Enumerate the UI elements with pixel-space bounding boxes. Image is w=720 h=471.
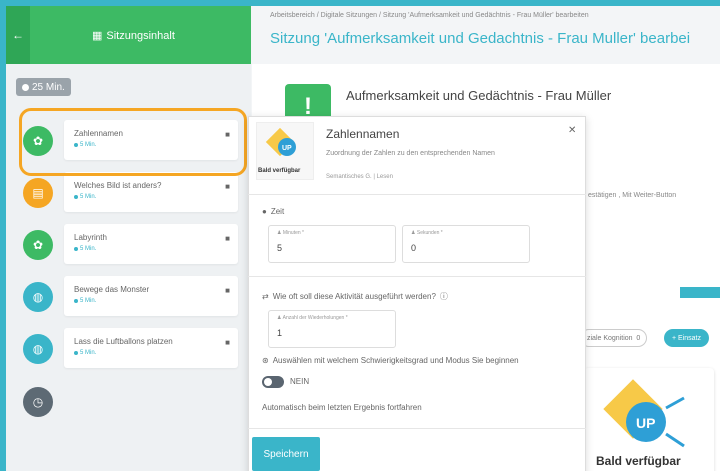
session-heading: Aufmerksamkeit und Gedächtnis - Frau Mül… [346, 88, 612, 103]
logo-label: Bald verfügbar [258, 168, 301, 174]
activity-item[interactable]: ◍ Lass die Luftballons platzen 5 Min. ■ [6, 326, 251, 374]
divider [248, 276, 586, 277]
toggle-label: NEIN [290, 377, 310, 386]
activity-item[interactable]: ▤ Welches Bild ist anders? 5 Min. ■ [6, 170, 251, 218]
activity-duration: 5 Min. [74, 298, 96, 304]
page-title: Sitzung 'Aufmerksamkeit und Gedachtnis -… [270, 30, 691, 47]
popover-title: Zahlennamen [326, 127, 400, 141]
add-button[interactable]: + Einsatz [664, 329, 709, 347]
popover-meta: Semantisches G. | Lesen [326, 174, 393, 180]
trash-icon[interactable]: ■ [225, 182, 230, 191]
filter-chip[interactable]: ziale Kognition 0 [580, 329, 648, 347]
activity-item[interactable]: ◍ Bewege das Monster 5 Min. ■ [6, 274, 251, 322]
calendar-icon: ▤ [23, 178, 53, 208]
clock-icon [22, 83, 29, 91]
trash-icon[interactable]: ■ [225, 234, 230, 243]
divider [248, 194, 586, 195]
activity-duration: 5 Min. [74, 194, 96, 200]
repeat-question: ⇄ Wie oft soll diese Aktivität ausgeführt… [262, 291, 448, 302]
up-logo-icon: UP [603, 379, 685, 448]
activity-card[interactable]: Lass die Luftballons platzen 5 Min. ■ [64, 328, 238, 368]
seconds-field[interactable]: ♟ Sekunden * 0 [402, 225, 530, 263]
puzzle-icon: ✿ [23, 230, 53, 260]
time-label: ● Zeit [262, 207, 285, 216]
popover-description: Zuordnung der Zahlen zu den entsprechend… [326, 150, 495, 157]
activity-duration: 5 Min. [74, 350, 96, 356]
svg-text:UP: UP [282, 145, 292, 152]
activity-name: Welches Bild ist anders? [74, 181, 162, 190]
main-side-text: estätigen , Mit Weiter-Button [588, 192, 677, 199]
svg-text:UP: UP [636, 415, 655, 431]
mode-toggle[interactable] [262, 376, 284, 388]
settings-icon: ⊛ [262, 356, 269, 365]
grid-icon: ▦ [92, 30, 103, 42]
clock-icon: ● [262, 207, 267, 216]
up-logo-icon: UP [265, 127, 296, 157]
activity-name: Bewege das Monster [74, 285, 150, 294]
repeat-icon: ⇄ [262, 292, 269, 301]
save-button[interactable]: Speichern [252, 437, 320, 471]
activity-card[interactable]: Bewege das Monster 5 Min. ■ [64, 276, 238, 316]
end-clock-icon: ◷ [23, 387, 53, 417]
accent-bar [680, 287, 720, 298]
close-icon[interactable]: ✕ [568, 125, 576, 136]
difficulty-label: ⊛ Auswählen mit welchem Schwierigkeitsgra… [262, 356, 519, 365]
activity-name: Labyrinth [74, 233, 107, 242]
activity-item[interactable]: ✿ Labyrinth 5 Min. ■ [6, 222, 251, 270]
sidebar-title: ▦ Sitzungsinhalt [92, 29, 175, 43]
activity-card[interactable]: Labyrinth 5 Min. ■ [64, 224, 238, 264]
activity-name: Lass die Luftballons platzen [74, 337, 173, 346]
gamepad-icon: ◍ [23, 334, 53, 364]
sidebar: ← ▦ Sitzungsinhalt 25 Min. ✿ Zahlennamen … [6, 6, 251, 471]
gamepad-icon: ◍ [23, 282, 53, 312]
sidebar-header: ← ▦ Sitzungsinhalt [6, 6, 251, 64]
minutes-field[interactable]: ♟ Minuten * 5 [268, 225, 396, 263]
breadcrumb: Arbeitsbereich / Digitale Sitzungen / Si… [270, 12, 589, 19]
total-time-badge: 25 Min. [16, 78, 71, 96]
divider [248, 428, 586, 429]
activity-card[interactable]: Welches Bild ist anders? 5 Min. ■ [64, 172, 238, 212]
arrow-left-icon[interactable]: ← [6, 6, 30, 64]
help-icon[interactable]: ⓘ [440, 291, 448, 302]
repetitions-field[interactable]: ♟ Anzahl der Wiederholungen * 1 [268, 310, 396, 348]
selection-highlight [19, 108, 247, 176]
trash-icon[interactable]: ■ [225, 338, 230, 347]
card-label: Bald verfügbar [596, 454, 681, 468]
auto-continue-label: Automatisch beim letzten Ergebnis fortfa… [262, 403, 422, 412]
activity-duration: 5 Min. [74, 246, 96, 252]
trash-icon[interactable]: ■ [225, 286, 230, 295]
